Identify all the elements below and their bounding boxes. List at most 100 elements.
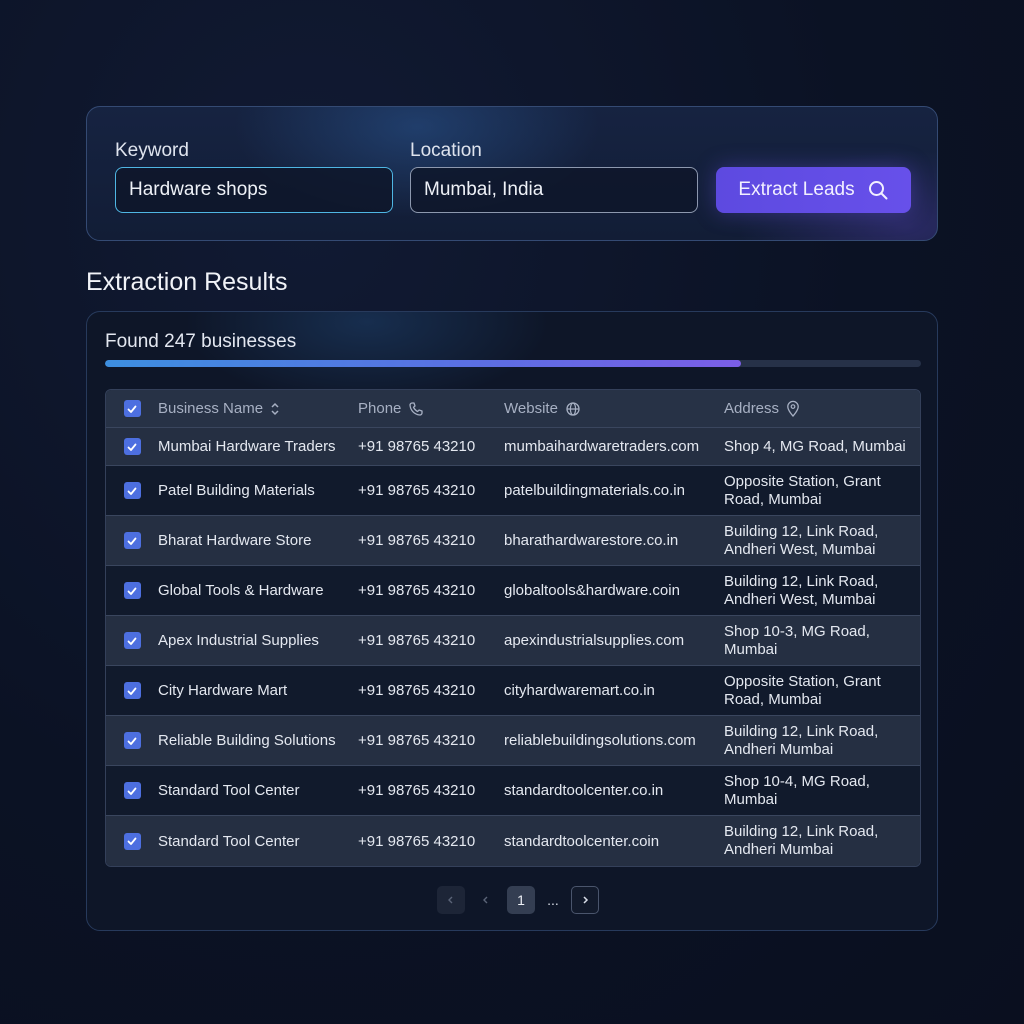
address-line: Opposite Station, Grant [724, 472, 881, 490]
row-checkbox[interactable] [123, 438, 141, 455]
row-checkbox[interactable] [123, 532, 141, 549]
column-header-label: Website [504, 400, 558, 417]
chevron-left-icon [448, 896, 453, 904]
business-name-cell: Standard Tool Center [158, 832, 300, 850]
pagination: 1 ... [437, 886, 599, 914]
select-all-checkbox[interactable] [123, 400, 141, 417]
address-line: Andheri Mumbai [724, 841, 834, 858]
sort-icon[interactable] [270, 401, 280, 417]
table-row[interactable]: Mumbai Hardware Traders +91 98765 43210 mu… [106, 428, 920, 466]
column-header-address: Address [724, 400, 920, 418]
pagination-prev-button[interactable] [472, 886, 500, 914]
results-panel: Found 247 businesses Business Name Phone… [86, 311, 938, 931]
table-row[interactable]: Standard Tool Center +91 98765 43210 stand… [106, 816, 920, 866]
results-count: Found 247 businesses [105, 331, 297, 352]
address-line: Andheri West, Mumbai [724, 590, 876, 608]
address-cell: Shop 10-4, MG Road, Mumbai [724, 773, 920, 809]
address-line: Building 12, Link Road, [724, 823, 879, 840]
location-label: Location [410, 140, 482, 161]
chevron-left-icon [483, 896, 488, 904]
check-icon [127, 587, 137, 595]
column-header-business-name[interactable]: Business Name [158, 400, 358, 417]
table-row[interactable]: Apex Industrial Supplies +91 98765 43210 a… [106, 616, 920, 666]
pagination-ellipsis: ... [547, 892, 559, 908]
row-checkbox[interactable] [123, 682, 141, 699]
pagination-next-button[interactable] [571, 886, 599, 914]
address-line: Andheri West, Mumbai [724, 540, 876, 558]
address-line: Shop 10-3, MG Road, [724, 622, 870, 640]
website-cell[interactable]: reliablebuildingsolutions.com [504, 732, 724, 749]
address-line: Building 12, Link Road, [724, 572, 879, 590]
phone-cell: +91 98765 43210 [358, 682, 476, 699]
check-icon [127, 687, 137, 695]
extract-leads-button[interactable]: Extract Leads [716, 167, 911, 213]
address-cell: Shop 10-3, MG Road, Mumbai [724, 623, 920, 659]
keyword-input[interactable] [115, 167, 393, 213]
table-row[interactable]: Patel Building Materials +91 98765 43210 p… [106, 466, 920, 516]
address-cell: Building 12, Link Road, Andheri Mumbai [724, 723, 920, 759]
pagination-page-current[interactable]: 1 [507, 886, 535, 914]
address-line: Road, Mumbai [724, 690, 822, 708]
chevron-right-icon [583, 896, 589, 904]
website-cell[interactable]: standardtoolcenter.co.in [504, 782, 724, 799]
progress-fill [105, 360, 742, 367]
pagination-first-button[interactable] [437, 886, 465, 914]
globe-icon [566, 401, 580, 416]
business-name-cell: City Hardware Mart [158, 682, 288, 699]
row-checkbox[interactable] [123, 582, 141, 599]
address-cell: Building 12, Link Road, Andheri West, Mum… [724, 523, 920, 559]
row-checkbox[interactable] [123, 482, 141, 499]
website-cell[interactable]: globaltools&hardware.coin [504, 582, 724, 599]
website-cell[interactable]: bharathardwarestore.co.in [504, 532, 724, 549]
row-checkbox[interactable] [123, 632, 141, 649]
keyword-label: Keyword [115, 140, 189, 161]
business-name-cell: Apex Industrial Supplies [158, 632, 319, 649]
extract-leads-label: Extract Leads [738, 179, 855, 200]
column-header-website: Website [504, 400, 724, 417]
website-cell[interactable]: patelbuildingmaterials.co.in [504, 482, 724, 499]
website-cell[interactable]: mumbaihardwaretraders.com [504, 438, 724, 455]
business-name-cell: Reliable Building Solutions [158, 732, 336, 749]
address-cell: Shop 4, MG Road, Mumbai [724, 438, 920, 456]
address-line: Shop 4, MG Road, Mumbai [724, 437, 906, 455]
row-checkbox[interactable] [123, 782, 141, 799]
results-table: Business Name Phone Website Address Mumb… [105, 389, 921, 867]
address-line: Mumbai [724, 790, 778, 808]
address-line: Opposite Station, Grant [724, 672, 881, 690]
table-row[interactable]: Standard Tool Center +91 98765 43210 stand… [106, 766, 920, 816]
location-input[interactable] [410, 167, 698, 213]
address-line: Mumbai [724, 640, 778, 658]
column-header-label: Business Name [158, 400, 264, 417]
address-line: Building 12, Link Road, [724, 522, 879, 540]
table-row[interactable]: Bharat Hardware Store +91 98765 43210 bhar… [106, 516, 920, 566]
table-row[interactable]: Global Tools & Hardware +91 98765 43210 gl… [106, 566, 920, 616]
business-name-cell: Mumbai Hardware Traders [158, 438, 336, 455]
row-checkbox[interactable] [123, 832, 141, 850]
address-line: Shop 10-4, MG Road, [724, 772, 870, 790]
check-icon [127, 787, 137, 795]
row-checkbox[interactable] [123, 732, 141, 749]
address-cell: Opposite Station, Grant Road, Mumbai [724, 673, 920, 709]
table-body: Mumbai Hardware Traders +91 98765 43210 mu… [106, 428, 920, 866]
column-header-label: Address [724, 399, 780, 417]
address-cell: Building 12, Link Road, Andheri Mumbai [724, 823, 920, 859]
website-cell[interactable]: cityhardwaremart.co.in [504, 682, 724, 699]
table-header: Business Name Phone Website Address [106, 390, 920, 428]
table-row[interactable]: Reliable Building Solutions +91 98765 432… [106, 716, 920, 766]
check-icon [127, 637, 137, 645]
phone-cell: +91 98765 43210 [358, 532, 476, 549]
column-header-phone: Phone [358, 400, 504, 417]
website-cell[interactable]: standardtoolcenter.coin [504, 833, 724, 850]
address-line: Building 12, Link Road, [724, 722, 879, 740]
check-icon [127, 837, 137, 845]
address-cell: Building 12, Link Road, Andheri West, Mum… [724, 573, 920, 609]
check-icon [127, 443, 137, 451]
table-row[interactable]: City Hardware Mart +91 98765 43210 cityhar… [106, 666, 920, 716]
phone-cell: +91 98765 43210 [358, 632, 476, 649]
phone-cell: +91 98765 43210 [358, 832, 476, 850]
phone-cell: +91 98765 43210 [358, 782, 476, 799]
check-icon [127, 737, 137, 745]
website-cell[interactable]: apexindustrialsupplies.com [504, 632, 724, 649]
address-line: Road, Mumbai [724, 490, 822, 508]
business-name-cell: Patel Building Materials [158, 482, 315, 499]
